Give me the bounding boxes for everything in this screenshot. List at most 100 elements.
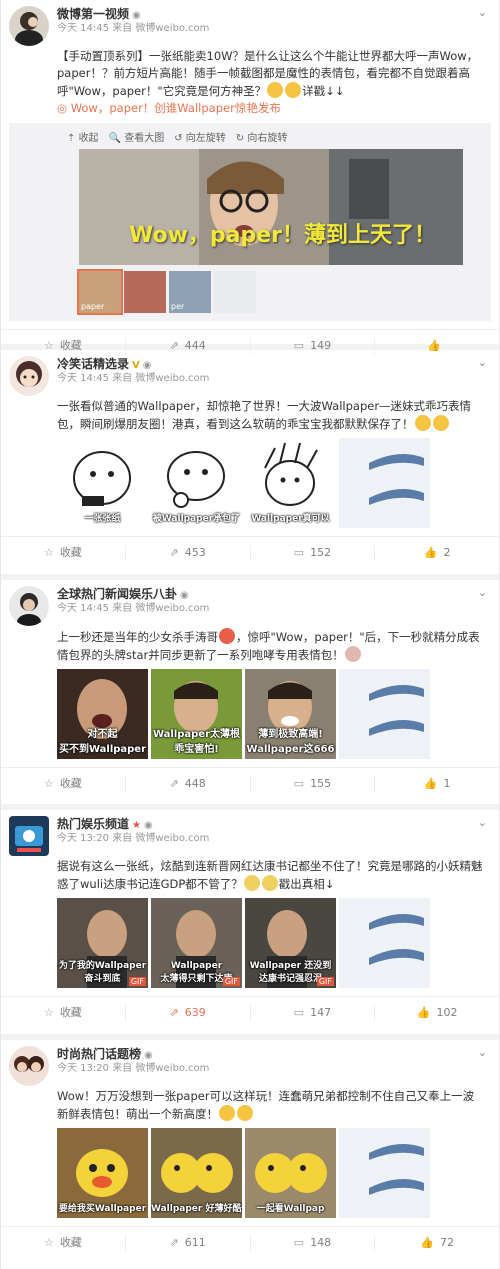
image-thumbnail[interactable] [339,438,430,528]
collapse-button[interactable]: ⇡ 收起 [67,129,99,144]
thumbnail-caption: paper [81,302,105,311]
image-thumbnail[interactable]: 要给我买Wallpaper [57,1128,148,1218]
comment-count: 155 [310,776,332,790]
image-caption: Wow，paper！薄到上天了！ [129,223,437,248]
chevron-down-icon[interactable]: ⌄ [478,816,487,829]
star-icon: ☆ [43,1005,54,1019]
like-button[interactable]: 👍 2 [375,545,499,561]
thumbnail[interactable] [124,271,166,313]
image-thumbnail[interactable]: 为了我的Wallpaper 奋斗到底 GIF [57,898,148,988]
source-prefix: 来自 [112,373,133,384]
image-thumbnail[interactable] [339,1128,430,1218]
post-source[interactable]: 微博weibo.com [135,23,209,34]
comment-button[interactable]: ▭ 147 [251,1004,376,1021]
thumbnail-caption: Wallpaper真可以 [251,514,330,524]
action-bar: ☆ 收藏 ⇗ 639 ▭ 147 👍 102 [1,996,499,1028]
post-text: Wow！万万没想到一张paper可以这样玩！连蠢萌兄弟都控制不住自己又奉上一波新… [9,1088,491,1123]
star-icon: ☆ [43,545,54,559]
thumbnail-caption: 一张张纸 [84,514,121,524]
image-thumbnail[interactable]: Wallpaper 还没到 达康书记强忍泪 GIF [245,898,336,988]
repost-button[interactable]: ⇗ 448 [126,775,251,792]
author-name[interactable]: 微博第一视频 [57,7,129,21]
avatar[interactable] [9,356,49,396]
media-expanded: ⇡ 收起 🔍 查看大图 ↺ 向左旋转 ↻ 向右旋转 Wow，paper！薄到上天… [9,123,491,321]
comment-button[interactable]: ▭ 152 [251,544,376,561]
like-button[interactable]: 👍 72 [375,1235,499,1251]
action-bar: ☆ 收藏 ⇗ 448 ▭ 155 👍 1 [1,767,499,799]
large-image[interactable]: Wow，paper！薄到上天了！ [79,149,463,265]
post-text: 【手动置顶系列】一张纸能卖10W？是什么让这么个牛能让世界都大呼一声Wow，pa… [9,48,491,117]
post-meta: 今天 14:45 来自 微博weibo.com [57,22,491,36]
author-name[interactable]: 全球热门新闻娱乐八卦 [57,587,177,601]
author-name[interactable]: 时尚热门话题榜 [57,1047,141,1061]
weibo-feed: 微博第一视频 ◉ 今天 14:45 来自 微博weibo.com ⌄ 【手动置顶系… [0,0,500,1269]
post-source[interactable]: 微博weibo.com [135,1063,209,1074]
post-time[interactable]: 今天 14:45 [57,23,109,34]
like-button[interactable]: 👍 1 [375,776,499,792]
post-time[interactable]: 今天 14:45 [57,373,109,384]
post-source[interactable]: 微博weibo.com [135,373,209,384]
post-time[interactable]: 今天 13:20 [57,1063,109,1074]
chevron-down-icon[interactable]: ⌄ [478,6,487,19]
image-thumbnail[interactable] [339,669,430,759]
repost-button[interactable]: ⇗ 611 [126,1234,251,1251]
thumbnail-caption: 对不起 买不到Wallpaper [58,729,147,755]
post-body: Wow！万万没想到一张paper可以这样玩！连蠢萌兄弟都控制不住自己又奉上一波新… [57,1089,475,1121]
image-thumbnail[interactable]: Wallpaper太薄根 乖宝害怕! [151,669,242,759]
favorite-button[interactable]: ☆ 收藏 [1,1004,126,1021]
repost-icon: ⇗ [169,776,179,790]
chevron-down-icon[interactable]: ⌄ [478,586,487,599]
repost-button[interactable]: ⇗ 453 [126,544,251,561]
image-thumbnail[interactable]: 被Wallpaper承包了 [151,438,242,528]
post-meta: 今天 13:20 来自 微博weibo.com [57,1062,491,1076]
chevron-down-icon[interactable]: ⌄ [478,356,487,369]
media-toolbar: ⇡ 收起 🔍 查看大图 ↺ 向左旋转 ↻ 向右旋转 [19,129,481,144]
post-meta: 今天 14:45 来自 微博weibo.com [57,602,491,616]
like-button[interactable]: 👍 102 [375,1005,499,1021]
rotate-right-button[interactable]: ↻ 向右旋转 [236,129,288,144]
chevron-down-icon[interactable]: ⌄ [478,1046,487,1059]
post-source[interactable]: 微博weibo.com [135,833,209,844]
source-prefix: 来自 [112,1063,133,1074]
avatar[interactable] [9,816,49,856]
emoji-icon [285,82,302,98]
image-thumbnail[interactable]: 对不起 买不到Wallpaper [57,669,148,759]
comment-button[interactable]: ▭ 155 [251,775,376,792]
favorite-button[interactable]: ☆ 收藏 [1,775,126,792]
comment-button[interactable]: ▭ 148 [251,1234,376,1251]
image-thumbnail[interactable]: Wallpaper真可以 [245,438,336,528]
emoji-icon [237,1105,253,1121]
favorite-button[interactable]: ☆ 收藏 [1,544,126,561]
gif-badge: GIF [128,977,146,986]
favorite-button[interactable]: ☆ 收藏 [1,1234,126,1251]
avatar[interactable] [9,586,49,626]
author-name[interactable]: 热门娱乐频道 [57,817,129,831]
post-time[interactable]: 今天 14:45 [57,603,109,614]
thumbnail[interactable] [214,271,256,313]
image-thumbnail[interactable]: Wallpaper 好薄好酷炫 [151,1128,242,1218]
emoji-icon [344,646,361,662]
video-link[interactable]: ◎ Wow，paper！创谁Wallpaper惊艳发布 [57,101,281,115]
post-source[interactable]: 微博weibo.com [135,603,209,614]
post-body: 上一秒还是当年的少女杀手涛哥 [57,630,218,644]
post-time[interactable]: 今天 13:20 [57,833,109,844]
image-thumbnail[interactable]: 薄到极致高端! Wallpaper这666 [245,669,336,759]
avatar[interactable] [9,6,49,46]
repost-button[interactable]: ⇗ 639 [126,1004,251,1021]
post: 冷笑话精选录 V ◉ 今天 14:45 来自 微博weibo.com ⌄ 一张看似普… [1,350,499,580]
image-thumbnail[interactable]: 一起看Wallpap [245,1128,336,1218]
comment-icon: ▭ [293,1005,305,1019]
thumbnail[interactable]: paper [77,269,123,315]
image-thumbnail[interactable]: 一张张纸 [57,438,148,528]
thumbs-up-icon: 👍 [420,1235,434,1249]
author-name[interactable]: 冷笑话精选录 [57,357,129,371]
post-body-tail[interactable]: 详戳↓↓ [302,84,344,98]
image-thumbnail[interactable]: Wallpaper 太薄得只剩下达康 GIF [151,898,242,988]
post-text: 一张看似普通的Wallpaper，却惊艳了世界！一大波Wallpaper—迷妹式… [9,398,491,433]
thumbnail[interactable]: per [169,271,211,313]
view-large-button[interactable]: 🔍 查看大图 [109,129,165,144]
image-thumbnail[interactable] [339,898,430,988]
rotate-left-button[interactable]: ↺ 向左旋转 [174,129,226,144]
avatar[interactable] [9,1046,49,1086]
thumbnail-caption: per [171,302,185,311]
